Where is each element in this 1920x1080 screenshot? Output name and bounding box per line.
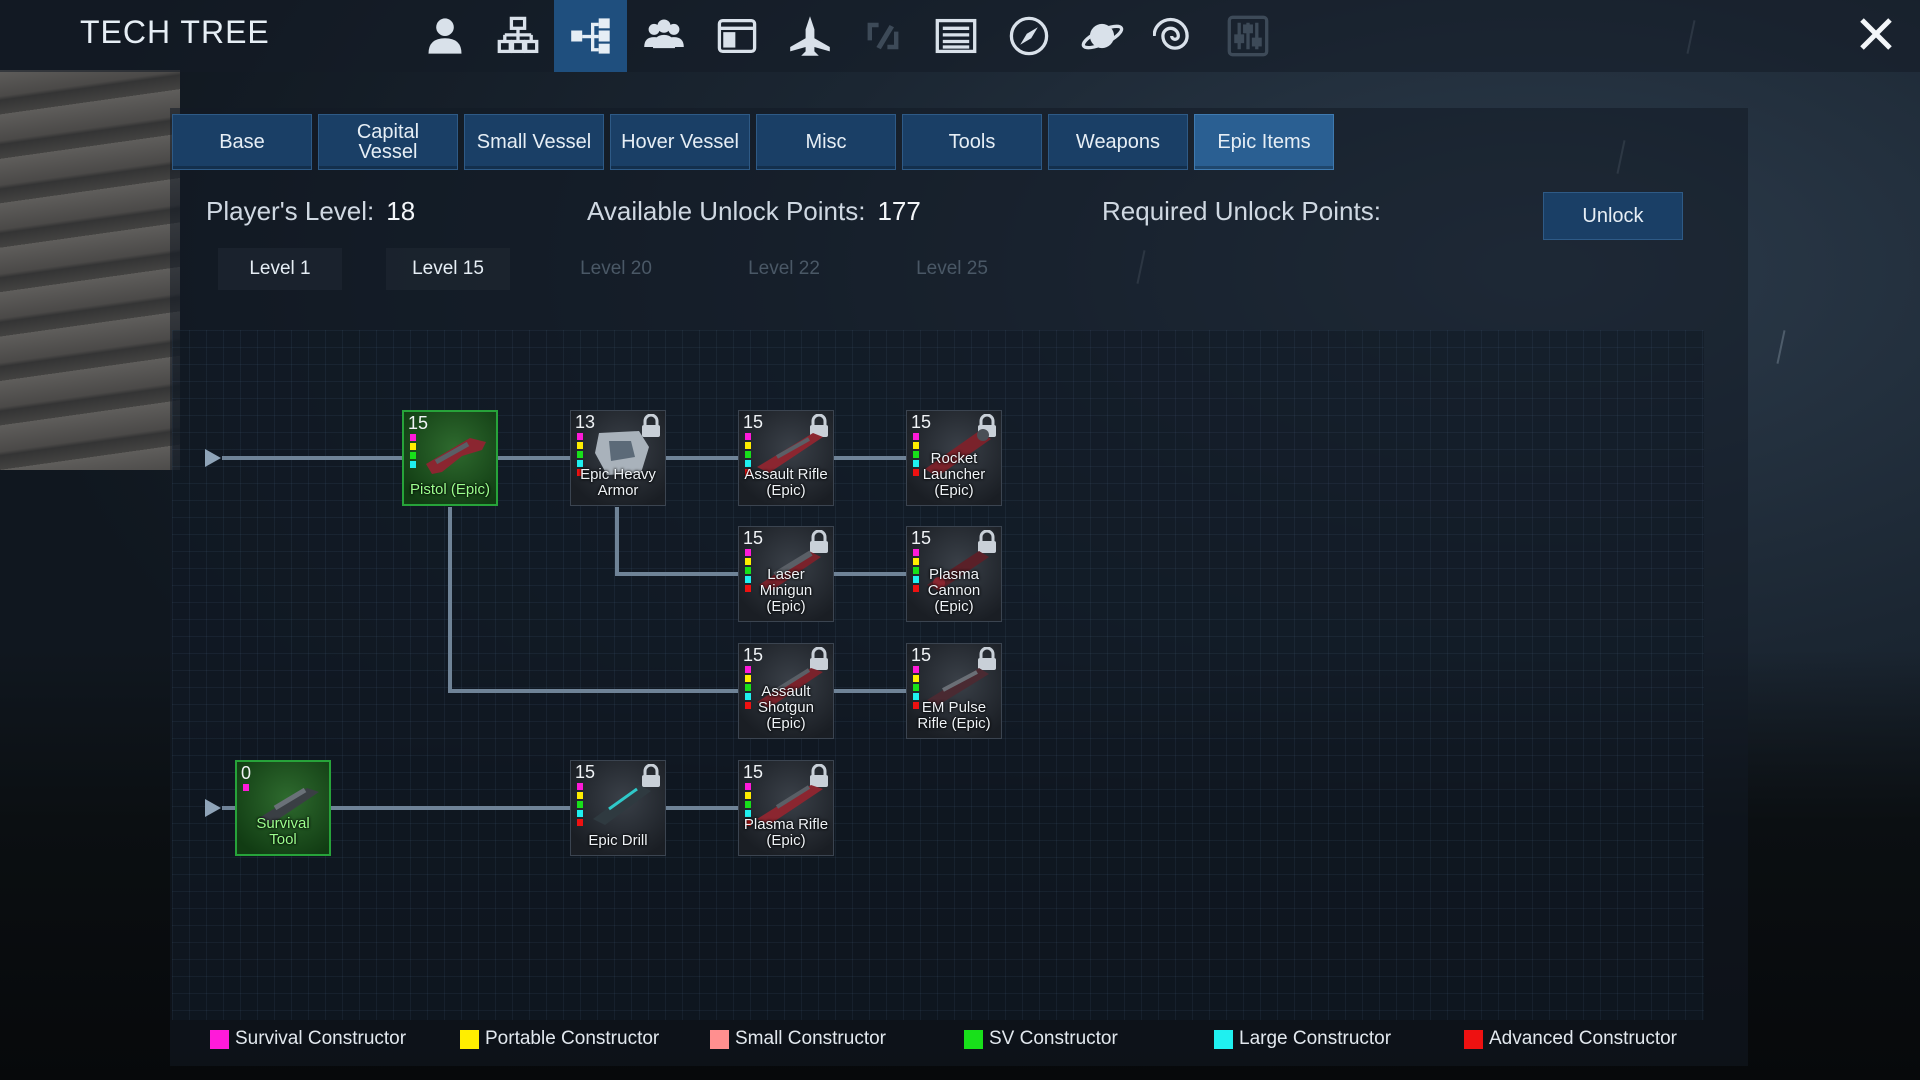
factory-icon[interactable] xyxy=(481,0,554,72)
settings-icon[interactable] xyxy=(1211,0,1284,72)
node-name: Epic Drill xyxy=(588,832,648,849)
node-name: Survival Tool xyxy=(256,815,310,848)
tab-misc[interactable]: Misc xyxy=(756,114,896,170)
planet-icon[interactable] xyxy=(1065,0,1138,72)
tab-tools[interactable]: Tools xyxy=(902,114,1042,170)
pistol-image xyxy=(426,438,486,474)
tree-root-arrow xyxy=(205,449,221,467)
tree-root-arrow xyxy=(205,799,221,817)
tech-node-em-pulse-rifle-epic[interactable]: 15 EM Pulse Rifle (Epic) xyxy=(906,643,1002,739)
required-points-label: Required Unlock Points: xyxy=(1102,196,1381,226)
rain-streak xyxy=(1776,330,1786,364)
tech-node-assault-rifle-epic[interactable]: 15 Assault Rifle (Epic) xyxy=(738,410,834,506)
node-name: Assault Rifle (Epic) xyxy=(744,466,828,499)
tab-label: Capital Vessel xyxy=(356,121,420,163)
tab-epic-items[interactable]: Epic Items xyxy=(1194,114,1334,170)
legend-item: Large Constructor xyxy=(1214,1028,1391,1050)
available-points-label: Available Unlock Points: xyxy=(587,196,866,226)
tech-node-assault-shotgun-epic[interactable]: 15 Assault Shotgun (Epic) xyxy=(738,643,834,739)
available-points-value: 177 xyxy=(877,196,921,226)
node-name: Laser Minigun (Epic) xyxy=(759,566,813,615)
tab-base[interactable]: Base xyxy=(172,114,312,170)
level-tab-22: Level 22 xyxy=(748,258,820,279)
tab-label: Misc xyxy=(805,131,847,153)
legend-item: Portable Constructor xyxy=(460,1028,659,1050)
legend-label: Survival Constructor xyxy=(235,1028,407,1049)
tab-small-vessel[interactable]: Small Vessel xyxy=(464,114,604,170)
level-tab-25: Level 25 xyxy=(916,258,988,279)
logbook-icon[interactable] xyxy=(919,0,992,72)
node-name: Plasma Rifle (Epic) xyxy=(743,816,829,849)
node-name: Epic Heavy Armor xyxy=(580,466,656,499)
legend-swatch xyxy=(1214,1029,1233,1049)
tech-node-rocket-launcher-epic[interactable]: 15 Rocket Launcher (Epic) xyxy=(906,410,1002,506)
tab-hover-vessel[interactable]: Hover Vessel xyxy=(610,114,750,170)
legend-label: Large Constructor xyxy=(1239,1028,1392,1049)
registry-icon[interactable] xyxy=(700,0,773,72)
legend-item: SV Constructor xyxy=(964,1028,1118,1050)
player-level-label: Player's Level: xyxy=(206,196,375,226)
legend-swatch xyxy=(1464,1029,1483,1049)
available-points: Available Unlock Points: 177 xyxy=(587,196,921,227)
category-tabs: Base Capital Vessel Small Vessel Hover V… xyxy=(172,114,1334,170)
compass-icon[interactable] xyxy=(992,0,1065,72)
top-bar: TECH TREE xyxy=(0,0,1920,72)
legend-label: Advanced Constructor xyxy=(1489,1028,1677,1049)
tech-node-survival-tool[interactable]: 0 Survival Tool xyxy=(235,760,331,856)
signal-icon[interactable] xyxy=(846,0,919,72)
tab-weapons[interactable]: Weapons xyxy=(1048,114,1188,170)
tab-capital-vessel[interactable]: Capital Vessel xyxy=(318,114,458,170)
legend-item: Advanced Constructor xyxy=(1464,1028,1677,1050)
tech-node-epic-heavy-armor[interactable]: 13 Epic Heavy Armor xyxy=(570,410,666,506)
tab-label: Hover Vessel xyxy=(621,131,739,153)
tab-label: Tools xyxy=(948,131,996,153)
legend-label: Portable Constructor xyxy=(485,1028,660,1049)
legend-item: Small Constructor xyxy=(710,1028,886,1050)
legend-swatch xyxy=(710,1029,729,1049)
drill-image xyxy=(593,785,651,825)
level-filter: Level 1 Level 15 Level 20 Level 22 Level… xyxy=(218,248,1014,290)
legend-swatch xyxy=(460,1029,479,1049)
main-nav xyxy=(408,0,1284,72)
background-structure xyxy=(0,70,180,470)
tech-node-plasma-cannon-epic[interactable]: 15 Plasma Cannon (Epic) xyxy=(906,526,1002,622)
tab-label: Small Vessel xyxy=(476,131,592,153)
node-name: Plasma Cannon (Epic) xyxy=(927,566,981,615)
node-name: Assault Shotgun (Epic) xyxy=(758,683,814,732)
player-icon[interactable] xyxy=(408,0,481,72)
tech-node-plasma-rifle-epic[interactable]: 15 Plasma Rifle (Epic) xyxy=(738,760,834,856)
legend-swatch xyxy=(964,1029,983,1049)
tech-tree-icon[interactable] xyxy=(554,0,627,72)
node-name: EM Pulse Rifle (Epic) xyxy=(917,699,991,732)
spaceship-icon[interactable] xyxy=(773,0,846,72)
required-points: Required Unlock Points: xyxy=(1102,196,1381,227)
tab-label: Base xyxy=(219,131,265,153)
unlock-button[interactable]: Unlock xyxy=(1543,192,1683,240)
node-name: Pistol (Epic) xyxy=(409,481,491,498)
player-level: Player's Level: 18 xyxy=(206,196,415,227)
level-tab-1[interactable]: Level 1 xyxy=(218,248,342,290)
tech-node-pistol-epic[interactable]: 15 Pistol (Epic) xyxy=(402,410,498,506)
level-tab-15[interactable]: Level 15 xyxy=(386,248,510,290)
legend-swatch xyxy=(210,1029,229,1049)
tab-label: Weapons xyxy=(1075,131,1161,153)
player-level-value: 18 xyxy=(386,196,416,226)
level-tab-20: Level 20 xyxy=(580,258,652,279)
tab-label: Epic Items xyxy=(1217,131,1311,153)
faction-icon[interactable] xyxy=(627,0,700,72)
constructor-legend: Survival Constructor Portable Constructo… xyxy=(210,1028,1710,1056)
legend-label: SV Constructor xyxy=(989,1028,1118,1049)
galaxy-icon[interactable] xyxy=(1138,0,1211,72)
node-name: Rocket Launcher (Epic) xyxy=(922,450,986,499)
page-title: TECH TREE xyxy=(80,14,270,50)
tech-node-laser-minigun-epic[interactable]: 15 Laser Minigun (Epic) xyxy=(738,526,834,622)
legend-item: Survival Constructor xyxy=(210,1028,406,1050)
tech-node-epic-drill[interactable]: 15 Epic Drill xyxy=(570,760,666,856)
legend-label: Small Constructor xyxy=(735,1028,886,1049)
close-icon[interactable] xyxy=(1856,14,1896,54)
